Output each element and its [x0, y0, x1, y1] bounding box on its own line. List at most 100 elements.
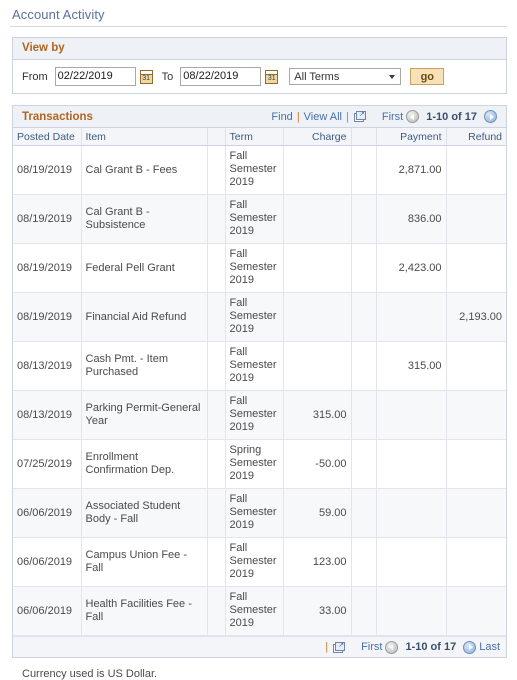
prev-arrow-icon-bottom[interactable] — [385, 640, 399, 654]
cell-charge — [283, 292, 352, 342]
cell-term: Fall Semester 2019 — [225, 537, 284, 587]
cell-charge: -50.00 — [283, 439, 352, 489]
cell-charge — [283, 243, 352, 293]
next-arrow-icon-bottom[interactable] — [463, 640, 477, 654]
transactions-table: Posted Date Item Term Charge Payment Ref… — [13, 128, 506, 636]
cell-spacer-1 — [207, 145, 226, 195]
new-window-icon-bottom[interactable]: ↗ — [333, 641, 346, 653]
col-spacer-1 — [207, 128, 226, 146]
cell-refund — [446, 145, 506, 195]
cell-spacer-2 — [351, 145, 377, 195]
cell-item: Parking Permit-General Year — [81, 390, 208, 440]
currency-note: Currency used is US Dollar. — [22, 668, 158, 680]
cell-item: Associated Student Body - Fall — [81, 488, 208, 538]
cell-charge: 33.00 — [283, 586, 352, 636]
cell-posted-date: 08/19/2019 — [13, 292, 82, 342]
cell-posted-date: 08/19/2019 — [13, 243, 82, 293]
cell-posted-date: 06/06/2019 — [13, 586, 82, 636]
cell-payment — [376, 586, 447, 636]
to-label: To — [161, 70, 174, 83]
prev-arrow-icon-top[interactable] — [406, 110, 420, 123]
cell-item: Campus Union Fee - Fall — [81, 537, 208, 587]
cell-refund — [446, 439, 506, 489]
cell-payment — [376, 292, 447, 342]
cell-term: Fall Semester 2019 — [225, 292, 284, 342]
view-by-panel: View by From To All Terms go — [12, 37, 507, 94]
cell-charge: 123.00 — [283, 537, 352, 587]
find-link[interactable]: Find — [271, 111, 292, 123]
table-row: 07/25/2019 Enrollment Confirmation Dep. Sp… — [13, 439, 506, 489]
footer-separator: | — [325, 641, 329, 653]
calendar-icon-from[interactable] — [139, 69, 153, 84]
cell-item: Cal Grant B - Subsistence — [81, 194, 208, 244]
cell-spacer-2 — [351, 341, 377, 391]
calendar-icon-to[interactable] — [265, 69, 279, 84]
cell-spacer-2 — [351, 537, 377, 587]
cell-item: Health Facilities Fee - Fall — [81, 586, 208, 636]
table-row: 06/06/2019 Campus Union Fee - Fall Fall Se… — [13, 537, 506, 587]
to-date-input[interactable] — [180, 67, 262, 86]
link-separator-1: | — [296, 110, 300, 123]
cell-charge — [283, 194, 352, 244]
cell-posted-date: 06/06/2019 — [13, 537, 82, 587]
cell-payment — [376, 439, 447, 489]
table-row: 08/13/2019 Cash Pmt. - Item Purchased Fall… — [13, 341, 506, 391]
cell-item: Cal Grant B - Fees — [81, 145, 208, 195]
cell-payment: 2,871.00 — [376, 145, 447, 195]
cell-term: Fall Semester 2019 — [225, 243, 284, 293]
col-item: Item — [81, 128, 208, 146]
pager-first-label-bottom[interactable]: First — [361, 641, 382, 653]
cell-charge: 59.00 — [283, 488, 352, 538]
cell-refund — [446, 390, 506, 440]
cell-spacer-1 — [207, 341, 226, 391]
page-title: Account Activity — [12, 7, 105, 22]
grid-title: Transactions — [22, 110, 93, 123]
cell-spacer-1 — [207, 586, 226, 636]
next-arrow-icon-top[interactable] — [484, 110, 497, 123]
table-row: 08/13/2019 Parking Permit-General Year Fal… — [13, 390, 506, 440]
transactions-footer: | ↗ First 1-10 of 17 Last — [13, 636, 506, 657]
term-select-value: All Terms — [294, 70, 340, 83]
cell-term: Fall Semester 2019 — [225, 488, 284, 538]
pager-count-top: 1-10 of 17 — [426, 110, 477, 123]
pager-bottom: First 1-10 of 17 Last — [361, 640, 500, 654]
cell-payment — [376, 488, 447, 538]
cell-spacer-2 — [351, 243, 377, 293]
cell-spacer-2 — [351, 390, 377, 440]
table-row: 06/06/2019 Health Facilities Fee - Fall Fa… — [13, 586, 506, 636]
pager-first-label-top[interactable]: First — [382, 111, 403, 123]
cell-posted-date: 08/13/2019 — [13, 341, 82, 391]
from-label: From — [22, 70, 48, 83]
cell-posted-date: 08/19/2019 — [13, 145, 82, 195]
new-window-icon[interactable]: ↗ — [353, 111, 366, 122]
cell-refund — [446, 537, 506, 587]
cell-refund: 2,193.00 — [446, 292, 506, 342]
from-date-input[interactable] — [54, 67, 136, 86]
title-divider — [10, 26, 507, 27]
cell-term: Fall Semester 2019 — [225, 586, 284, 636]
pager-last-label-bottom[interactable]: Last — [479, 641, 500, 653]
cell-term: Fall Semester 2019 — [225, 390, 284, 440]
cell-payment: 836.00 — [376, 194, 447, 244]
cell-spacer-2 — [351, 488, 377, 538]
cell-posted-date: 08/19/2019 — [13, 194, 82, 244]
term-select[interactable]: All Terms — [289, 68, 402, 85]
cell-spacer-2 — [351, 586, 377, 636]
cell-posted-date: 08/13/2019 — [13, 390, 82, 440]
cell-term: Fall Semester 2019 — [225, 194, 284, 244]
cell-refund — [446, 341, 506, 391]
table-row: 08/19/2019 Cal Grant B - Fees Fall Semeste… — [13, 145, 506, 195]
link-separator-2: | — [346, 110, 349, 123]
cell-refund — [446, 586, 506, 636]
chevron-down-icon — [389, 74, 396, 79]
col-spacer-2 — [351, 128, 377, 146]
table-row: 06/06/2019 Associated Student Body - Fall… — [13, 488, 506, 538]
view-by-header: View by — [13, 38, 506, 60]
cell-payment — [376, 390, 447, 440]
view-all-link[interactable]: View All — [304, 111, 342, 123]
cell-spacer-1 — [207, 488, 226, 538]
cell-refund — [446, 194, 506, 244]
cell-term: Fall Semester 2019 — [225, 145, 284, 195]
cell-item: Financial Aid Refund — [81, 292, 208, 342]
go-button[interactable]: go — [410, 68, 445, 85]
